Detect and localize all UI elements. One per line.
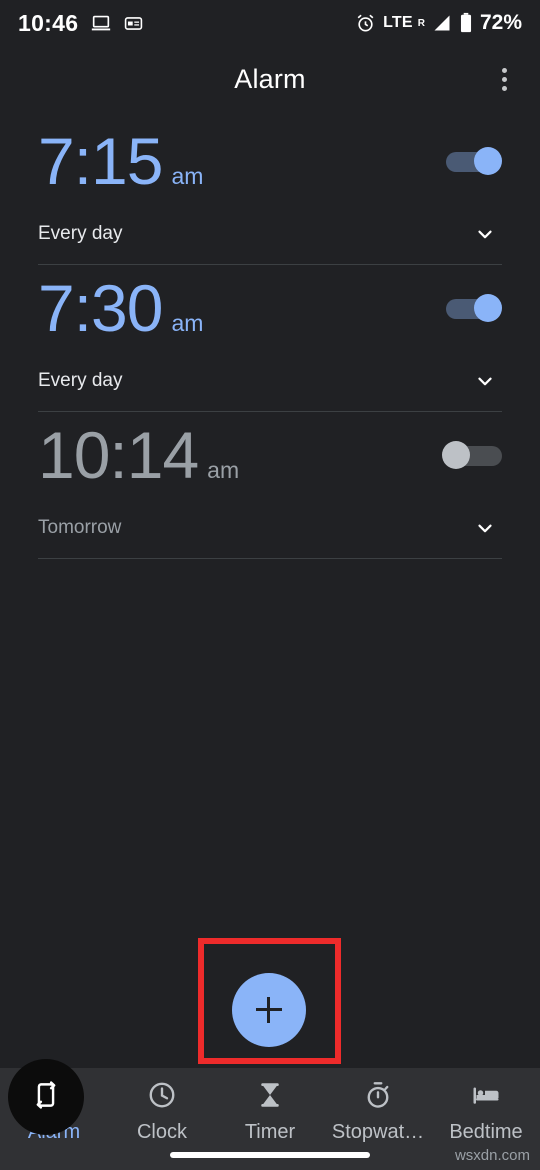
watermark-label: wsxdn.com	[454, 1147, 530, 1164]
alarm-time-digits: 7:15	[38, 124, 163, 198]
nav-item-timer-label: Timer	[244, 1121, 296, 1143]
signal-icon	[432, 13, 452, 33]
chevron-down-icon[interactable]	[468, 511, 502, 545]
status-bar-right: LTE R 72%	[355, 11, 522, 35]
alarm-time-row[interactable]: 7:15 am	[38, 118, 502, 204]
alarm-time[interactable]: 10:14 am	[38, 422, 239, 488]
chevron-down-icon[interactable]	[468, 364, 502, 398]
alarm-toggle[interactable]	[442, 440, 502, 470]
alarm-toggle[interactable]	[442, 146, 502, 176]
page-title: Alarm	[234, 63, 306, 94]
screen-rotate-button[interactable]	[8, 1059, 84, 1135]
alarm-icon	[355, 13, 376, 34]
alarm-row[interactable]: 10:14 am Tomorrow	[0, 412, 540, 558]
alarm-schedule-row[interactable]: Every day	[38, 351, 502, 411]
battery-percent-label: 72%	[479, 11, 522, 34]
alarm-schedule-row[interactable]: Every day	[38, 204, 502, 264]
overflow-dot	[501, 76, 507, 82]
laptop-icon	[90, 12, 112, 34]
nav-item-timer[interactable]: Timer	[216, 1080, 324, 1144]
alarm-time-row[interactable]: 7:30 am	[38, 265, 502, 351]
alarm-schedule-row[interactable]: Tomorrow	[38, 498, 502, 558]
alarm-time-row[interactable]: 10:14 am	[38, 412, 502, 498]
overflow-dot	[501, 67, 507, 73]
overflow-dot	[501, 85, 507, 91]
nav-item-clock-label: Clock	[136, 1121, 187, 1143]
alarm-schedule-label: Every day	[38, 370, 123, 391]
battery-icon	[459, 12, 473, 34]
alarm-time[interactable]: 7:15 am	[38, 128, 203, 194]
plus-icon	[256, 997, 282, 1023]
nav-item-stopwatch-label: Stopwat…	[331, 1121, 425, 1143]
clock-app-screen: 10:46 LTE R 72% Alarm 7:15 am Every day …	[0, 0, 540, 1170]
alarm-time-meridiem: am	[207, 457, 240, 483]
network-type-label: LTE	[383, 14, 413, 31]
toggle-knob	[474, 294, 502, 322]
app-bar: Alarm	[0, 46, 540, 112]
nav-item-bedtime[interactable]: Bedtime	[432, 1080, 540, 1144]
status-bar: 10:46 LTE R 72%	[0, 0, 540, 46]
alarm-list: 7:15 am Every day 7:30 am Every day 10:1…	[0, 118, 540, 559]
alarm-toggle[interactable]	[442, 293, 502, 323]
toggle-knob	[442, 441, 470, 469]
status-bar-clock: 10:46	[18, 9, 79, 36]
hourglass-icon	[255, 1080, 285, 1115]
roaming-indicator: R	[417, 17, 425, 29]
alarm-time-meridiem: am	[171, 163, 204, 189]
chevron-down-icon[interactable]	[468, 217, 502, 251]
alarm-row[interactable]: 7:15 am Every day	[0, 118, 540, 264]
alarm-time-digits: 7:30	[38, 271, 163, 345]
list-divider	[38, 558, 502, 559]
stopwatch-icon	[363, 1080, 393, 1115]
alarm-schedule-label: Tomorrow	[38, 517, 122, 538]
alarm-time[interactable]: 7:30 am	[38, 275, 203, 341]
news-card-icon	[124, 14, 143, 33]
add-alarm-button[interactable]	[232, 973, 306, 1047]
screen-rotate-icon	[29, 1078, 63, 1117]
toggle-knob	[474, 147, 502, 175]
nav-item-stopwatch[interactable]: Stopwat…	[324, 1080, 432, 1144]
home-gesture-bar[interactable]	[170, 1152, 370, 1158]
status-bar-left: 10:46	[18, 10, 143, 37]
nav-item-bedtime-label: Bedtime	[449, 1121, 523, 1143]
nav-item-clock[interactable]: Clock	[108, 1080, 216, 1144]
clock-icon	[147, 1080, 177, 1115]
alarm-time-meridiem: am	[171, 310, 204, 336]
alarm-schedule-label: Every day	[38, 223, 123, 244]
overflow-menu-icon[interactable]	[482, 57, 526, 101]
bed-icon	[471, 1080, 501, 1115]
alarm-row[interactable]: 7:30 am Every day	[0, 265, 540, 411]
alarm-time-digits: 10:14	[38, 418, 199, 492]
